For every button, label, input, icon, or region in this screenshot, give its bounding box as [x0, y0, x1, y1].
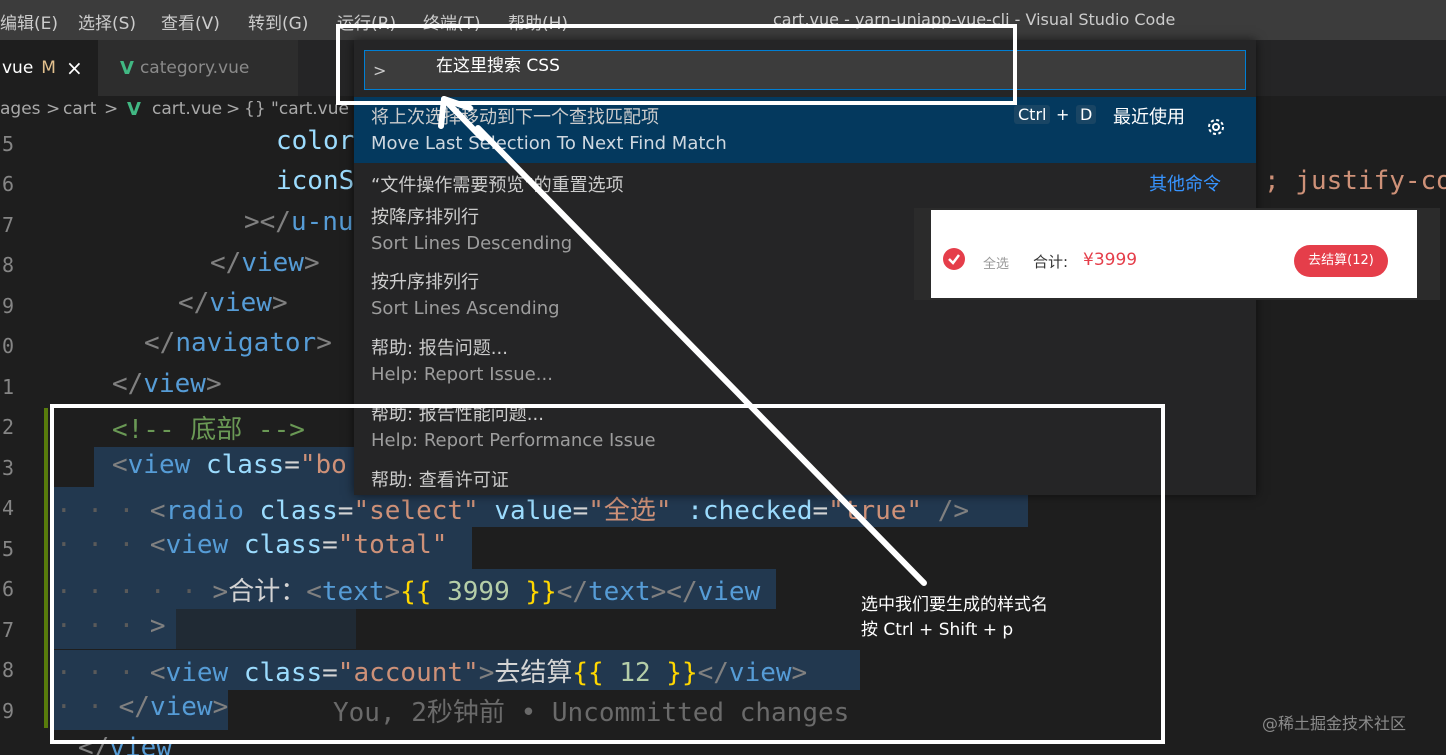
- total-price: ¥3999: [1083, 250, 1138, 270]
- palette-group-label: 最近使用: [1113, 107, 1185, 128]
- code-attr: iconS: [276, 166, 355, 196]
- keybinding-plus: +: [1056, 105, 1070, 124]
- checkmark-icon: [943, 248, 965, 270]
- palette-group-label: 其他命令: [1149, 174, 1221, 195]
- chevron-right-icon: >: [46, 99, 61, 119]
- annotation-highlight-box: [50, 404, 1165, 744]
- code-text: ; justify-co: [1264, 166, 1446, 196]
- line-number: 1: [1, 375, 14, 399]
- palette-item-label: 按升序排列行: [371, 272, 479, 293]
- code-tag: navigator: [175, 328, 317, 358]
- keybinding-key: Ctrl: [1014, 105, 1051, 124]
- modified-badge: M: [41, 58, 56, 78]
- menu-view[interactable]: 查看(V): [161, 9, 220, 34]
- code-line[interactable]: </navigator>: [144, 328, 332, 358]
- code-line[interactable]: color: [276, 126, 354, 156]
- select-all-label: 全选: [983, 257, 1010, 272]
- line-number: 4: [1, 496, 14, 520]
- annotation-note: 按 Ctrl + Shift + p: [861, 620, 1014, 640]
- palette-item-label: 按降序排列行: [371, 207, 479, 228]
- chevron-right-icon: >: [226, 99, 241, 119]
- palette-item-label: 将上次选择移动到下一个查找匹配项: [371, 107, 659, 128]
- preview-image: 全选 合计: ¥3999 去结算(12): [914, 208, 1440, 300]
- breadcrumb-item[interactable]: cart: [63, 99, 96, 119]
- git-modified-bar: [44, 408, 48, 728]
- vue-file-icon: V: [120, 57, 134, 79]
- watermark: @稀土掘金技术社区: [1262, 714, 1407, 733]
- code-line[interactable]: </view>: [112, 369, 222, 399]
- keybinding-key: D: [1076, 105, 1097, 124]
- close-icon[interactable]: ×: [66, 56, 83, 80]
- code-tag: view: [241, 248, 304, 278]
- palette-item[interactable]: 将上次选择移动到下一个查找匹配项 Move Last Selection To …: [354, 97, 1256, 163]
- line-number: 2: [1, 415, 14, 439]
- gear-icon[interactable]: [1204, 115, 1228, 139]
- checkout-button: 去结算(12): [1294, 245, 1388, 277]
- line-number: 9: [1, 699, 14, 723]
- cart-footer-preview: 全选 合计: ¥3999 去结算(12): [931, 210, 1417, 298]
- tab-label: category.vue: [139, 58, 250, 78]
- palette-item-detail: Sort Lines Descending: [371, 233, 573, 254]
- breadcrumb-item[interactable]: ages: [0, 99, 41, 119]
- chevron-right-icon: >: [104, 99, 119, 119]
- menu-edit[interactable]: 编辑(E): [0, 9, 58, 34]
- vue-file-icon: V: [127, 99, 141, 120]
- palette-item-detail: Sort Lines Ascending: [371, 298, 560, 319]
- line-number: 3: [1, 456, 14, 480]
- line-number: 0: [1, 334, 14, 358]
- tab-cart-vue[interactable]: vue M ×: [0, 40, 98, 96]
- breadcrumb-item[interactable]: cart.vue: [152, 99, 222, 119]
- code-line[interactable]: </view>: [178, 288, 288, 318]
- line-number: 5: [1, 537, 14, 561]
- line-number: 7: [1, 618, 14, 642]
- tab-category-vue[interactable]: V category.vue: [98, 40, 298, 96]
- line-number: 6: [1, 577, 14, 601]
- annotation-search-hint: 在这里搜索 CSS: [436, 56, 560, 76]
- tab-label: vue: [2, 58, 34, 78]
- palette-item[interactable]: 帮助: 报告问题... Help: Report Issue...: [354, 332, 1256, 396]
- palette-item-label: 帮助: 报告问题...: [371, 338, 508, 359]
- palette-item-detail: Help: Report Issue...: [371, 364, 553, 385]
- code-tag: view: [143, 369, 206, 399]
- code-tag: u-nu: [290, 207, 354, 237]
- code-line[interactable]: </view>: [210, 248, 320, 278]
- line-number: 6: [1, 172, 14, 196]
- code-tag: view: [209, 288, 272, 318]
- code-line[interactable]: ></u-nu: [244, 207, 354, 237]
- palette-item-label: “文件操作需要预览”的重置选项: [371, 175, 624, 196]
- line-number-gutter: 5 6 7 8 9 0 1 2 3 4 5 6 7 8 9: [0, 126, 40, 755]
- menu-go[interactable]: 转到(G): [248, 9, 308, 34]
- code-line[interactable]: ; justify-co: [1264, 166, 1446, 196]
- line-number: 8: [1, 253, 14, 277]
- palette-item[interactable]: “文件操作需要预览”的重置选项 其他命令: [354, 167, 1256, 199]
- line-number: 7: [1, 213, 14, 237]
- code-attr: color: [276, 126, 355, 156]
- annotation-note: 选中我们要生成的样式名: [861, 595, 1048, 615]
- line-number: 8: [1, 658, 14, 682]
- total-label: 合计:: [1033, 253, 1069, 271]
- line-number: 5: [1, 132, 14, 156]
- palette-item-detail: Move Last Selection To Next Find Match: [371, 133, 727, 154]
- breadcrumb-item[interactable]: {} "cart.vue: [244, 99, 349, 119]
- line-number: 9: [1, 294, 14, 318]
- code-line[interactable]: iconS: [276, 166, 354, 196]
- menu-selection[interactable]: 选择(S): [78, 9, 136, 34]
